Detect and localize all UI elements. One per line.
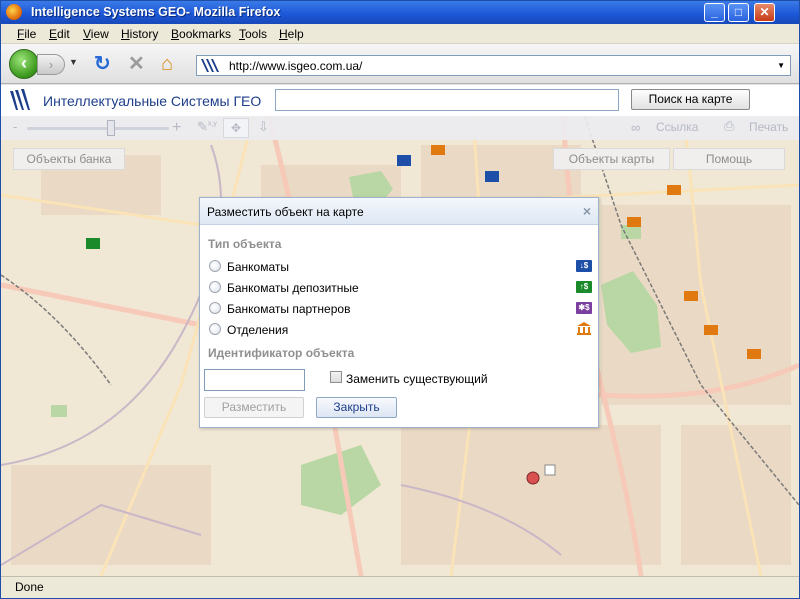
deposit-atm-icon: ↑$	[576, 281, 592, 293]
site-favicon-icon	[199, 57, 221, 74]
address-bar[interactable]: http://www.isgeo.com.ua/ ▼	[196, 55, 791, 76]
help-button[interactable]: Помощь	[673, 148, 785, 170]
close-window-button[interactable]: ✕	[754, 3, 775, 22]
zoom-slider-track[interactable]	[27, 127, 169, 130]
branch-label: Отделения	[227, 323, 289, 337]
atm-radio[interactable]	[209, 260, 221, 272]
menu-file[interactable]: File	[17, 27, 36, 41]
dialog-header: Разместить объект на карте ×	[200, 198, 598, 225]
coordinates-tool-icon[interactable]: ✎x,y	[197, 119, 217, 135]
site-name: Интеллектуальные Системы ГЕО	[43, 93, 262, 109]
home-icon[interactable]: ⌂	[161, 54, 173, 74]
menu-help[interactable]: Help	[279, 27, 304, 41]
zoom-slider-thumb[interactable]	[107, 120, 116, 136]
map-objects-button[interactable]: Объекты карты	[553, 148, 670, 170]
url-text: http://www.isgeo.com.ua/	[229, 59, 363, 73]
partner-atm-radio[interactable]	[209, 302, 221, 314]
page-content: Интеллектуальные Системы ГЕО Поиск на ка…	[1, 85, 799, 576]
branch-radio[interactable]	[209, 323, 221, 335]
place-button[interactable]: Разместить	[204, 397, 304, 418]
replace-existing-label: Заменить существующий	[346, 372, 488, 386]
object-id-input[interactable]	[204, 369, 305, 391]
object-type-heading: Тип объекта	[208, 237, 282, 251]
link-label[interactable]: Ссылка	[656, 120, 698, 134]
forward-button[interactable]: ›	[37, 54, 65, 75]
zoom-out-button[interactable]: -	[13, 119, 17, 134]
move-down-tool-icon[interactable]: ⇩	[258, 119, 269, 135]
replace-existing-checkbox[interactable]	[330, 371, 342, 383]
reload-icon[interactable]: ↻	[94, 54, 111, 74]
browser-window: Intelligence Systems GEO- Mozilla Firefo…	[0, 0, 800, 599]
status-bar: Done	[1, 576, 799, 598]
object-id-heading: Идентификатор объекта	[208, 346, 355, 360]
back-button[interactable]: ‹	[9, 49, 39, 79]
printer-icon[interactable]: ⎙	[724, 118, 734, 134]
map-toolbar: - + ✎x,y ✥ ⇩ ∞ Ссылка ⎙ Печать	[1, 116, 799, 140]
branch-icon	[577, 322, 591, 335]
window-title: Intelligence Systems GEO- Mozilla Firefo…	[31, 5, 281, 19]
menu-bookmarks[interactable]: Bookmarks	[171, 27, 231, 41]
status-text: Done	[15, 580, 44, 594]
print-label[interactable]: Печать	[749, 120, 788, 134]
atm-label: Банкоматы	[227, 260, 290, 274]
menu-history[interactable]: History	[121, 27, 158, 41]
link-icon[interactable]: ∞	[631, 120, 640, 135]
title-bar: Intelligence Systems GEO- Mozilla Firefo…	[1, 1, 799, 24]
menu-view[interactable]: View	[83, 27, 109, 41]
menu-edit[interactable]: Edit	[49, 27, 70, 41]
coordinates-label: x,y	[207, 120, 217, 128]
navigation-toolbar: ‹ › ▼ ↻ ✕ ⌂ http://www.isgeo.com.ua/ ▼	[1, 44, 799, 84]
dialog-close-button[interactable]: Закрыть	[316, 397, 397, 418]
bank-objects-button[interactable]: Объекты банка	[13, 148, 125, 170]
place-object-dialog: Разместить объект на карте × Тип объекта…	[199, 197, 599, 428]
menu-tools[interactable]: Tools	[239, 27, 267, 41]
place-object-tool-icon[interactable]: ✥	[223, 118, 249, 138]
menu-bar: File Edit View History Bookmarks Tools H…	[1, 24, 799, 44]
site-header: Интеллектуальные Системы ГЕО Поиск на ка…	[1, 85, 799, 116]
stop-icon[interactable]: ✕	[128, 54, 145, 74]
minimize-button[interactable]: _	[704, 3, 725, 22]
map-search-input[interactable]	[275, 89, 619, 111]
deposit-atm-radio[interactable]	[209, 281, 221, 293]
maximize-button[interactable]: □	[728, 3, 749, 22]
url-dropdown-icon[interactable]: ▼	[777, 61, 785, 70]
partner-atm-label: Банкоматы партнеров	[227, 302, 351, 316]
firefox-logo-icon	[6, 4, 22, 20]
map-search-button[interactable]: Поиск на карте	[631, 89, 750, 110]
dialog-title: Разместить объект на карте	[207, 205, 364, 219]
deposit-atm-label: Банкоматы депозитные	[227, 281, 359, 295]
zoom-in-button[interactable]: +	[172, 119, 181, 137]
site-logo-icon	[10, 89, 30, 110]
dialog-close-icon[interactable]: ×	[583, 203, 591, 219]
deposit-atm-markers	[86, 238, 100, 249]
atm-icon: ↓$	[576, 260, 592, 272]
history-dropdown-icon[interactable]: ▼	[69, 57, 78, 67]
partner-atm-icon: ✱$	[576, 302, 592, 314]
